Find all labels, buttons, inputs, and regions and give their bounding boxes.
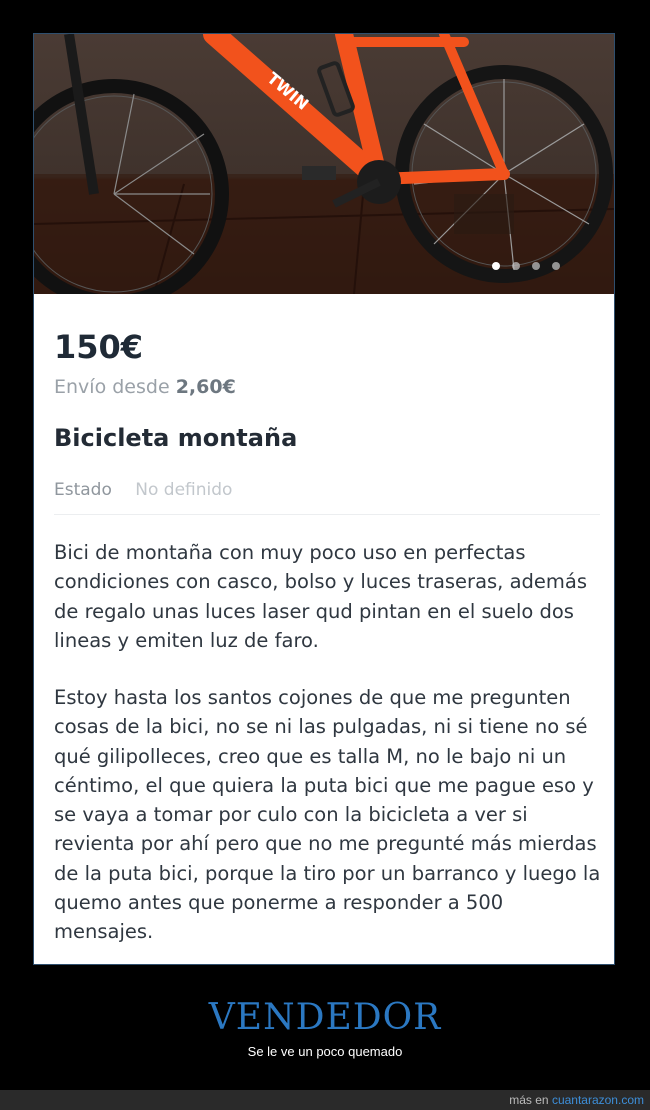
price: 150€ <box>54 328 144 366</box>
footer-bar: más en cuantarazon.com <box>0 1090 650 1110</box>
status-row: Estado No definido <box>54 480 232 500</box>
footer-prefix: más en <box>509 1093 549 1107</box>
site-link[interactable]: cuantarazon.com <box>552 1093 644 1107</box>
shipping-amount: 2,60€ <box>175 376 236 398</box>
description-paragraph-1: Bici de montaña con muy poco uso en perf… <box>54 541 588 652</box>
carousel-dot[interactable] <box>512 262 520 270</box>
caption-subtitle: Se le ve un poco quemado <box>247 1044 403 1059</box>
description-paragraph-2: Estoy hasta los santos cojones de que me… <box>54 686 601 944</box>
divider <box>54 514 600 515</box>
caption-title: VENDEDOR <box>208 997 442 1038</box>
image-carousel-dots[interactable] <box>492 262 560 270</box>
product-photo[interactable]: TWIN <box>34 34 614 294</box>
carousel-dot[interactable] <box>552 262 560 270</box>
carousel-dot[interactable] <box>532 262 540 270</box>
bicycle-image: TWIN <box>34 34 614 294</box>
listing-title: Bicicleta montaña <box>54 424 298 452</box>
listing-card: TWIN 150€ Envío desde 2,60€ Bicicleta mo… <box>33 33 615 965</box>
shipping-prefix: Envío desde <box>54 376 170 398</box>
status-label: Estado <box>54 480 112 500</box>
shipping-info: Envío desde 2,60€ <box>54 376 236 398</box>
status-value: No definido <box>135 480 233 500</box>
carousel-dot[interactable] <box>492 262 500 270</box>
